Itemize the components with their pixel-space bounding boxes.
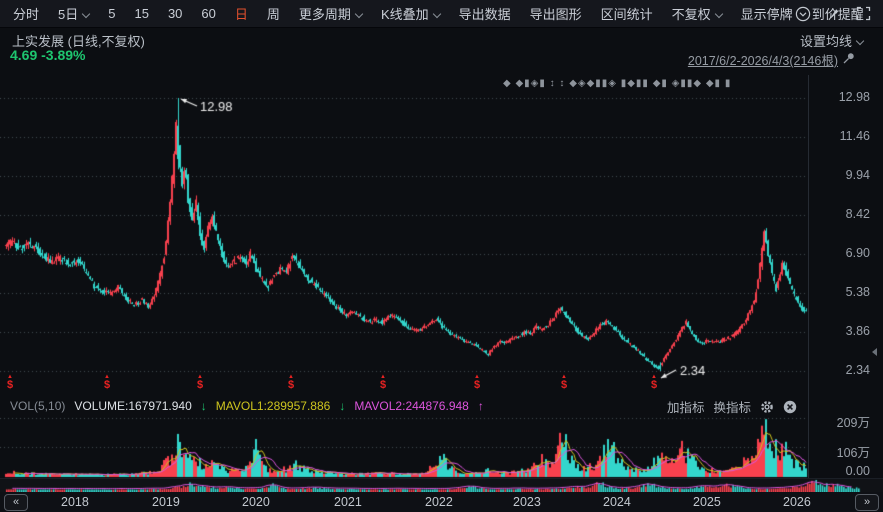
- toolbar-period-group: 分时 5日 5 15 30 60 日周更多周期 K线叠加导出数据导出图形区间统计不复权显示停牌…: [0, 4, 795, 23]
- toolbar-item-five-day[interactable]: 5日: [58, 4, 89, 23]
- year-label: 2020: [242, 495, 270, 509]
- toolbar-item-period-day[interactable]: 日: [235, 4, 248, 23]
- toolbar-item-no-adjust[interactable]: 不复权: [672, 4, 722, 23]
- volume-chart-canvas[interactable]: [0, 414, 808, 478]
- up-arrow-icon: ↑: [478, 399, 484, 413]
- mavol2-value: MAVOL2:244876.948: [354, 399, 469, 413]
- year-label: 2022: [425, 495, 453, 509]
- toolbar: 分时 5日 5 15 30 60 日周更多周期 K线叠加导出数据导出图形区间统计不复权显示停牌…: [0, 0, 883, 28]
- dividend-dollar-icon: $: [556, 380, 572, 390]
- toolbar-item-period-5[interactable]: 5: [108, 6, 115, 21]
- year-label: 2018: [61, 495, 89, 509]
- toolbar-item-minute[interactable]: 分时: [13, 4, 39, 23]
- dividend-dollar-icon: $: [99, 380, 115, 390]
- toolbar-item-export-data[interactable]: 导出数据: [459, 4, 511, 23]
- minimap-scrollbar-canvas[interactable]: [0, 478, 883, 493]
- volume-tools: 加指标 换指标: [667, 397, 797, 416]
- volume-tick-label: 0.00: [846, 464, 870, 478]
- dividend-dollar-icon: $: [469, 380, 485, 390]
- toolbar-item-export-image[interactable]: 导出图形: [530, 4, 582, 23]
- toolbar-item-more-periods[interactable]: 更多周期: [299, 4, 362, 23]
- volume-indicator-header: VOL(5,10) VOLUME:167971.940 ↓ MAVOL1:289…: [10, 398, 484, 413]
- toolbar-item-kline-overlay[interactable]: K线叠加: [381, 4, 440, 23]
- dividend-dollar-icon: $: [646, 380, 662, 390]
- price-tick-label: 9.94: [846, 168, 870, 182]
- gear-icon[interactable]: [760, 400, 774, 414]
- price-tick-label: 6.90: [846, 246, 870, 260]
- collapse-circle-icon[interactable]: [795, 6, 811, 22]
- price-tick-label: 8.42: [846, 207, 870, 221]
- toolbar-item-period-60[interactable]: 60: [201, 6, 215, 21]
- close-icon[interactable]: [783, 400, 797, 414]
- year-label: 2019: [152, 495, 180, 509]
- toolbar-item-period-15[interactable]: 15: [134, 6, 148, 21]
- scroll-right-button[interactable]: »: [855, 494, 879, 511]
- price-tick-label: 12.98: [839, 90, 870, 104]
- pane-resize-handle[interactable]: [872, 348, 877, 356]
- dividend-marker[interactable]: ▲$: [192, 375, 208, 390]
- chevron-down-icon: [714, 10, 722, 18]
- price-axis: 12.98 11.46 9.94 8.42 6.90 5.38 3.86 2.34 209万 10…: [810, 0, 876, 512]
- price-tick-label: 11.46: [840, 129, 870, 143]
- dividend-dollar-icon: $: [375, 380, 391, 390]
- dividend-marker[interactable]: ▲$: [556, 375, 572, 390]
- current-price: 4.69 -3.89%: [10, 47, 86, 63]
- year-label: 2023: [513, 495, 541, 509]
- toolbar-item-period-week[interactable]: 周: [267, 4, 280, 23]
- scroll-left-button[interactable]: «: [4, 494, 28, 511]
- volume-tick-label: 106万: [837, 442, 870, 461]
- toolbar-item-show-suspended[interactable]: 显示停牌: [741, 4, 793, 23]
- dividend-dollar-icon: $: [192, 380, 208, 390]
- price-tick-label: 2.34: [846, 363, 870, 377]
- price-tick-label: 3.86: [846, 324, 870, 338]
- chevron-down-icon: [355, 10, 363, 18]
- axis-divider: [808, 75, 809, 478]
- stock-chart-app: 分时 5日 5 15 30 60 日周更多周期 K线叠加导出数据导出图形区间统计不复权显示停牌…: [0, 0, 883, 512]
- dividend-dollar-icon: $: [2, 380, 18, 390]
- year-label: 2025: [693, 495, 721, 509]
- down-arrow-icon: ↓: [201, 399, 207, 413]
- dividend-marker[interactable]: ▲$: [469, 375, 485, 390]
- time-axis: « 2018 2019 2020 2021 2022 2023 2024 2025 2026 »: [0, 492, 883, 512]
- down-arrow-icon: ↓: [339, 399, 345, 413]
- toolbar-item-range-stats[interactable]: 区间统计: [601, 4, 653, 23]
- year-label: 2021: [334, 495, 362, 509]
- dividend-dollar-icon: $: [283, 380, 299, 390]
- dividend-marker[interactable]: ▲$: [375, 375, 391, 390]
- price-tick-label: 5.38: [846, 285, 870, 299]
- add-indicator-button[interactable]: 加指标: [667, 397, 705, 416]
- dividend-marker[interactable]: ▲$: [99, 375, 115, 390]
- toolbar-item-period-30[interactable]: 30: [168, 6, 182, 21]
- dividend-marker[interactable]: ▲$: [646, 375, 662, 390]
- chevron-down-icon: [82, 10, 90, 18]
- price-change: -3.89%: [41, 47, 85, 63]
- year-label: 2024: [603, 495, 631, 509]
- mavol1-value: MAVOL1:289957.886: [216, 399, 331, 413]
- switch-indicator-button[interactable]: 换指标: [713, 397, 751, 416]
- price-value: 4.69: [10, 47, 37, 63]
- chevron-down-icon: [432, 10, 440, 18]
- dividend-marker[interactable]: ▲$: [2, 375, 18, 390]
- year-label: 2026: [783, 495, 811, 509]
- vol-indicator-name[interactable]: VOL(5,10): [10, 399, 65, 413]
- volume-value: VOLUME:167971.940: [74, 399, 191, 413]
- volume-tick-label: 209万: [837, 412, 870, 431]
- price-chart-canvas[interactable]: [0, 75, 808, 394]
- dividend-marker[interactable]: ▲$: [283, 375, 299, 390]
